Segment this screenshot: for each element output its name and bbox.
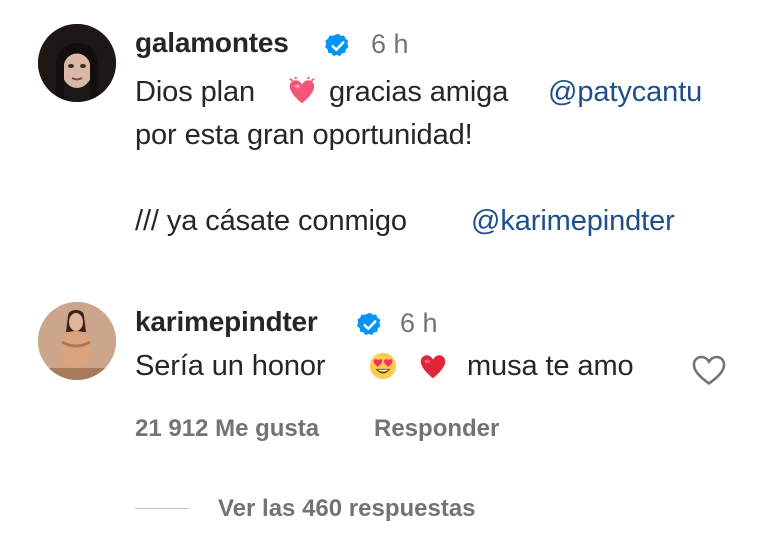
comment-text-segment: Dios plan xyxy=(135,76,255,108)
username-galamontes[interactable]: galamontes xyxy=(135,27,289,59)
replies-divider xyxy=(135,508,189,509)
heart-with-ribbon-icon xyxy=(289,77,315,104)
mention-patycantu[interactable]: @patycantu xyxy=(548,76,702,109)
comment-time: 6 h xyxy=(371,29,409,59)
avatar-galamontes[interactable] xyxy=(38,24,116,102)
verified-badge-icon xyxy=(357,312,381,336)
heart-eyes-emoji-icon xyxy=(369,352,397,380)
username-karimepindter[interactable]: karimepindter xyxy=(135,306,318,338)
verified-badge-icon xyxy=(325,33,349,57)
avatar-karimepindter[interactable] xyxy=(38,302,116,380)
comment-time: 6 h xyxy=(400,308,438,338)
likes-count[interactable]: 21 912 Me gusta xyxy=(135,415,319,443)
comment-text-line3: /// ya cásate conmigo xyxy=(135,205,407,237)
comment-text-line1-mid: gracias amiga xyxy=(329,76,509,108)
red-heart-icon xyxy=(420,355,446,379)
comment-text-post: musa te amo xyxy=(467,350,634,382)
reply-button[interactable]: Responder xyxy=(374,415,499,443)
like-heart-icon[interactable] xyxy=(690,351,728,389)
comment-text-line2: por esta gran oportunidad! xyxy=(135,119,473,151)
comment-text-line1: Dios plan xyxy=(135,76,255,109)
mention-karimepindter[interactable]: @karimepindter xyxy=(471,205,675,238)
view-replies-button[interactable]: Ver las 460 respuestas xyxy=(218,495,476,523)
comment-text-pre: Sería un honor xyxy=(135,350,326,382)
